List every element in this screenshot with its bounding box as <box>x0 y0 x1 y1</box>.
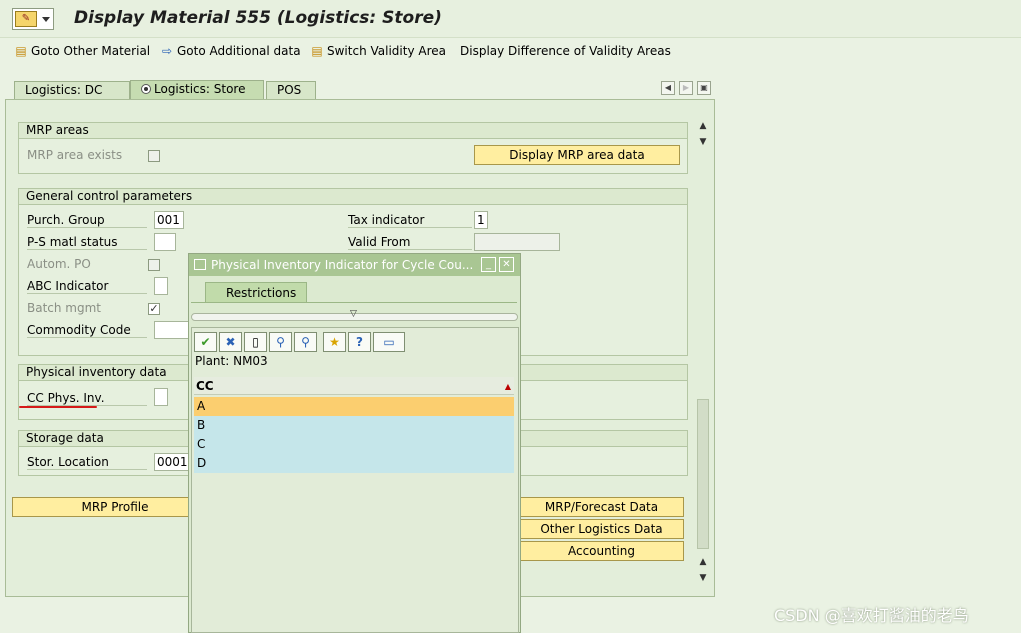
ps-matl-status-label: P-S matl status <box>27 235 147 250</box>
other-logistics-data-button[interactable]: Other Logistics Data <box>519 519 684 539</box>
goto-other-material-button[interactable]: ▤ Goto Other Material <box>14 44 150 58</box>
commodity-code-label: Commodity Code <box>27 323 147 338</box>
list-item[interactable]: A <box>194 397 514 416</box>
list-item[interactable]: D <box>194 454 514 473</box>
mrp-area-exists-checkbox[interactable] <box>148 150 160 162</box>
tab-restrictions[interactable]: Restrictions <box>205 282 307 303</box>
tax-indicator-field[interactable]: 1 <box>474 211 488 229</box>
scroll-up-icon[interactable]: ▲ <box>697 120 709 132</box>
autom-po-label: Autom. PO <box>27 257 91 271</box>
tax-indicator-label: Tax indicator <box>348 213 472 228</box>
watermark: CSDN @喜欢打酱油的老鸟 <box>774 606 969 625</box>
hit-list-area: ✔ ✖ ▯ ⚲ ⚲ ★ ? ▭ Plant: NM03 CC ▲ A B C D <box>191 327 519 633</box>
menu-icon[interactable]: ✎ <box>12 8 54 30</box>
accounting-button[interactable]: Accounting <box>519 541 684 561</box>
list-item[interactable]: C <box>194 435 514 454</box>
valid-from-field[interactable] <box>474 233 560 251</box>
title-bar: ✎ Display Material 555 (Logistics: Store… <box>0 0 1021 38</box>
find-next-icon[interactable]: ⚲ <box>294 332 317 352</box>
scroll-down-icon[interactable]: ▼ <box>697 572 709 584</box>
annotation-underline <box>19 406 97 408</box>
mrp-areas-group: MRP areas MRP area exists Display MRP ar… <box>18 122 688 174</box>
tab-scroll-left-icon[interactable]: ◀ <box>661 81 675 95</box>
minimize-icon[interactable]: _ <box>481 257 496 272</box>
tab-logistics-dc[interactable]: Logistics: DC <box>14 81 130 99</box>
batch-mgmt-checkbox[interactable]: ✓ <box>148 303 160 315</box>
favorites-icon[interactable]: ★ <box>323 332 346 352</box>
tab-logistics-store[interactable]: Logistics: Store <box>130 80 264 100</box>
radio-icon <box>141 84 151 94</box>
scroll-down-icon[interactable]: ▼ <box>697 136 709 148</box>
stor-location-label: Stor. Location <box>27 455 147 470</box>
display-difference-button[interactable]: Display Difference of Validity Areas <box>460 44 671 58</box>
check-icon[interactable]: ✔ <box>194 332 217 352</box>
general-control-header: General control parameters <box>19 189 687 205</box>
cancel-icon[interactable]: ✖ <box>219 332 242 352</box>
help-icon[interactable]: ? <box>348 332 371 352</box>
material-icon: ▤ <box>15 44 27 58</box>
purch-group-field[interactable]: 001 <box>154 211 184 229</box>
batch-mgmt-label: Batch mgmt <box>27 301 102 315</box>
stor-location-field[interactable]: 0001 <box>154 453 192 471</box>
purch-group-label: Purch. Group <box>27 213 147 228</box>
print-icon[interactable]: ▭ <box>373 332 405 352</box>
switch-validity-area-button[interactable]: ▤ Switch Validity Area <box>310 44 446 58</box>
switch-icon: ▤ <box>311 44 323 58</box>
restrictions-toggle[interactable]: ▽ <box>191 309 518 321</box>
list-item[interactable]: B <box>194 416 514 435</box>
abc-indicator-label: ABC Indicator <box>27 279 147 294</box>
find-icon[interactable]: ⚲ <box>269 332 292 352</box>
column-header-cc[interactable]: CC ▲ <box>194 377 514 395</box>
tab-scroll-right-icon[interactable]: ▶ <box>679 81 693 95</box>
dialog-title-bar: Physical Inventory Indicator for Cycle C… <box>189 254 520 276</box>
dialog-icon <box>194 259 206 270</box>
cc-phys-inv-label: CC Phys. Inv. <box>27 391 147 406</box>
sort-triangle-icon: ▲ <box>504 382 511 391</box>
close-icon[interactable]: ✕ <box>499 257 514 272</box>
mrp-areas-header: MRP areas <box>19 123 687 139</box>
goto-additional-data-button[interactable]: ⇨ Goto Additional data <box>160 44 301 58</box>
page-title: Display Material 555 (Logistics: Store) <box>74 8 442 28</box>
vertical-scrollbar[interactable] <box>697 399 709 549</box>
valid-from-label: Valid From <box>348 235 472 250</box>
search-help-dialog: Physical Inventory Indicator for Cycle C… <box>188 253 521 633</box>
scroll-up-icon[interactable]: ▲ <box>697 556 709 568</box>
mrp-forecast-data-button[interactable]: MRP/Forecast Data <box>519 497 684 517</box>
cc-phys-inv-field[interactable] <box>154 388 168 406</box>
display-mrp-area-data-button[interactable]: Display MRP area data <box>474 145 680 165</box>
application-toolbar: ▤ Goto Other Material ⇨ Goto Additional … <box>0 38 1021 68</box>
autom-po-checkbox[interactable] <box>148 259 160 271</box>
ps-matl-status-field[interactable] <box>154 233 176 251</box>
new-document-icon[interactable]: ▯ <box>244 332 267 352</box>
tab-divider <box>191 302 517 303</box>
tab-list-icon[interactable]: ▣ <box>697 81 711 95</box>
arrow-right-icon: ⇨ <box>161 44 173 58</box>
dialog-title: Physical Inventory Indicator for Cycle C… <box>211 258 474 272</box>
plant-label: Plant: NM03 <box>195 354 268 368</box>
chevron-down-icon: ▽ <box>350 309 357 319</box>
mrp-area-exists-label: MRP area exists <box>27 148 123 162</box>
abc-indicator-field[interactable] <box>154 277 168 295</box>
tab-pos[interactable]: POS <box>266 81 316 99</box>
